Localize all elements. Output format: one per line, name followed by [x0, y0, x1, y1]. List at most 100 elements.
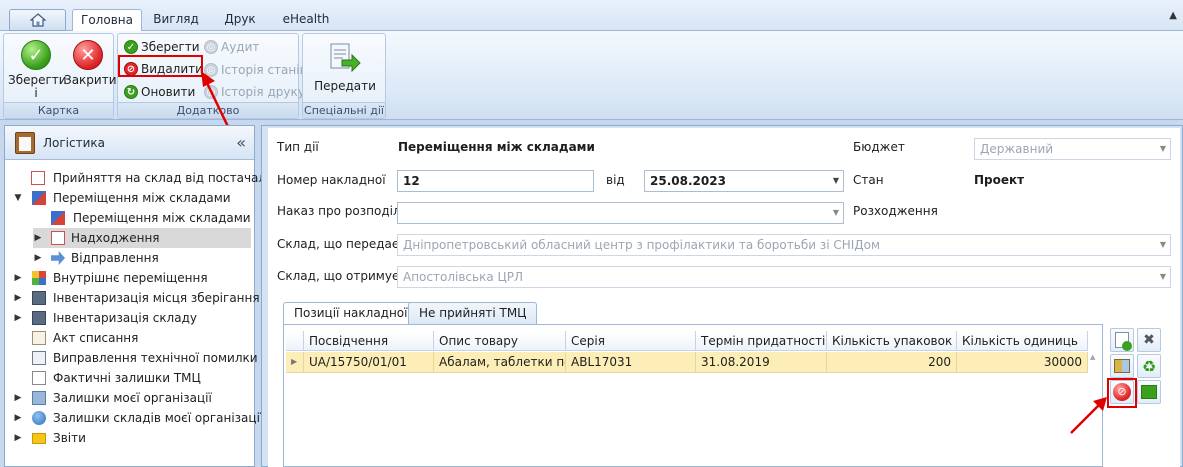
chevron-down-icon: ▼	[1159, 144, 1166, 153]
receiver-warehouse-select[interactable]: Апостолівська ЦРЛ ▼	[397, 266, 1171, 288]
row-indicator-icon: ▶	[286, 352, 304, 373]
order-label: Наказ про розподіл	[277, 204, 401, 218]
tab-home[interactable]: Головна	[72, 9, 142, 32]
group-card: ✓ Зберегти і закрити ✕ Закрити Картка	[3, 33, 117, 119]
navigation-panel: Логістика « Прийняття на склад від поста…	[4, 125, 303, 467]
column-header-units[interactable]: Кількість одиниць	[957, 331, 1088, 351]
home-icon	[28, 13, 47, 27]
nav-item-storage-inventory[interactable]: ▶ Інвентаризація місця зберігання	[13, 288, 260, 308]
sender-warehouse-select[interactable]: Дніпропетровський обласний центр з профі…	[397, 234, 1171, 256]
nav-item-technical-error-fix[interactable]: Виправлення технічної помилки	[32, 348, 258, 368]
close-button[interactable]: ✕ Закрити	[64, 40, 117, 87]
column-header-description[interactable]: Опис товару	[434, 331, 566, 351]
nav-title: Логістика	[43, 136, 105, 150]
receiver-warehouse-label: Склад, що отримує	[277, 269, 399, 283]
settings-button[interactable]: ✖	[1137, 328, 1161, 352]
refresh-label: Оновити	[141, 85, 196, 99]
application-menu-button[interactable]	[9, 9, 66, 31]
clipboard-icon	[15, 132, 35, 154]
refresh-button[interactable]: ↻ Оновити	[122, 82, 195, 102]
collapsed-arrow-icon[interactable]: ▶	[33, 248, 43, 268]
date-picker[interactable]: 25.08.2023 ▼	[644, 170, 844, 192]
chevron-down-icon: ▼	[1159, 240, 1166, 249]
collapsed-arrow-icon[interactable]: ▶	[13, 428, 23, 448]
cell-certificate[interactable]: UA/15750/01/01	[304, 352, 434, 373]
nav-item-arrivals[interactable]: ▶ Надходження	[33, 228, 251, 248]
date-label: від	[606, 173, 625, 187]
receipt-icon	[31, 171, 45, 185]
row-indicator-header	[286, 331, 304, 351]
save-button[interactable]: ✓ Зберегти	[122, 37, 200, 57]
recycle-icon: ♻	[1141, 356, 1157, 376]
annotation-arrow-delete-row	[1070, 397, 1107, 434]
nav-item-actual-stock[interactable]: Фактичні залишки ТМЦ	[32, 368, 201, 388]
nav-header: Логістика «	[5, 126, 254, 160]
transfer-folder-icon	[32, 191, 46, 205]
audit-button[interactable]: ◎ Аудит	[202, 37, 259, 57]
nav-item-write-off-act[interactable]: Акт списання	[32, 328, 138, 348]
audit-icon: ◎	[204, 40, 218, 54]
cell-packages[interactable]: 200	[827, 352, 957, 373]
cell-units[interactable]: 30000	[957, 352, 1088, 373]
invoice-number-input[interactable]: 12	[397, 170, 594, 192]
nav-item-transfer-between-warehouses-sub[interactable]: Переміщення між складами	[51, 208, 251, 228]
warehouse-book-icon	[32, 311, 46, 325]
recycle-button[interactable]: ♻	[1137, 354, 1161, 378]
inventory-book-icon	[32, 291, 46, 305]
column-header-packages[interactable]: Кількість упаковок	[827, 331, 957, 351]
folder-icon	[32, 433, 46, 444]
cell-expiry[interactable]: 31.08.2019	[696, 352, 827, 373]
positions-grid: Посвідчення Опис товару Серія Термін при…	[283, 324, 1103, 467]
order-select[interactable]: ▼	[397, 202, 844, 224]
invoice-number-label: Номер накладної	[277, 173, 386, 187]
check-icon: ✓	[21, 40, 51, 70]
collapsed-arrow-icon[interactable]: ▶	[13, 408, 23, 428]
add-document-icon	[1115, 332, 1132, 351]
collapsed-arrow-icon[interactable]: ▶	[13, 268, 23, 288]
scroll-up-icon[interactable]: ▲	[1090, 353, 1095, 361]
transfer-button[interactable]: Передати	[309, 42, 381, 93]
nav-item-my-org-stock[interactable]: ▶ Залишки моєї організації	[13, 388, 212, 408]
expanded-arrow-icon[interactable]: ▼	[13, 188, 23, 208]
export-button[interactable]	[1137, 380, 1161, 404]
state-value: Проект	[974, 173, 1025, 187]
shipment-arrow-icon	[51, 251, 65, 265]
chevron-down-icon[interactable]: ▼	[833, 171, 839, 191]
tab-ehealth[interactable]: eHealth	[276, 9, 336, 31]
delete-highlight-box	[118, 55, 203, 77]
nav-item-reports[interactable]: ▶ Звіти	[13, 428, 86, 448]
close-label: Закрити	[64, 73, 117, 87]
column-header-series[interactable]: Серія	[566, 331, 696, 351]
nav-item-shipments[interactable]: ▶ Відправлення	[33, 248, 159, 268]
ribbon-tab-bar: Головна Вигляд Друк eHealth ▲	[0, 0, 1183, 32]
action-type-label: Тип дії	[277, 140, 319, 154]
add-row-button[interactable]	[1110, 328, 1134, 352]
budget-select[interactable]: Державний ▼	[974, 138, 1171, 160]
collapsed-arrow-icon[interactable]: ▶	[33, 228, 43, 248]
collapsed-arrow-icon[interactable]: ▶	[13, 308, 23, 328]
tab-not-accepted-items[interactable]: Не прийняті ТМЦ	[408, 302, 538, 324]
collapse-panel-icon[interactable]: «	[236, 133, 246, 152]
cell-description[interactable]: Абалам, таблетки по 600...	[434, 352, 566, 373]
chevron-down-icon: ▼	[832, 208, 839, 217]
nav-item-internal-transfer[interactable]: ▶ Внутрішнє переміщення	[13, 268, 208, 288]
column-header-certificate[interactable]: Посвідчення	[304, 331, 434, 351]
tab-invoice-positions[interactable]: Позиції накладної	[283, 302, 419, 325]
transfer-icon	[330, 43, 361, 73]
cell-series[interactable]: ABL17031	[566, 352, 696, 373]
save-check-icon: ✓	[124, 40, 138, 54]
discrepancy-label: Розходження	[853, 204, 938, 218]
ribbon-collapse-icon[interactable]: ▲	[1169, 10, 1177, 21]
error-fix-icon	[32, 351, 46, 365]
state-label: Стан	[853, 173, 884, 187]
nav-item-warehouse-inventory[interactable]: ▶ Інвентаризація складу	[13, 308, 197, 328]
tab-view[interactable]: Вигляд	[148, 9, 204, 31]
tab-print[interactable]: Друк	[212, 9, 268, 31]
package-button[interactable]	[1110, 354, 1134, 378]
action-type-value: Переміщення між складами	[398, 140, 595, 154]
collapsed-arrow-icon[interactable]: ▶	[13, 388, 23, 408]
nav-item-my-org-warehouses-stock[interactable]: ▶ Залишки складів моєї організації	[13, 408, 263, 428]
collapsed-arrow-icon[interactable]: ▶	[13, 288, 23, 308]
nav-item-transfer-between-warehouses[interactable]: ▼ Переміщення між складами	[13, 188, 231, 208]
column-header-expiry[interactable]: Термін придатності	[696, 331, 827, 351]
